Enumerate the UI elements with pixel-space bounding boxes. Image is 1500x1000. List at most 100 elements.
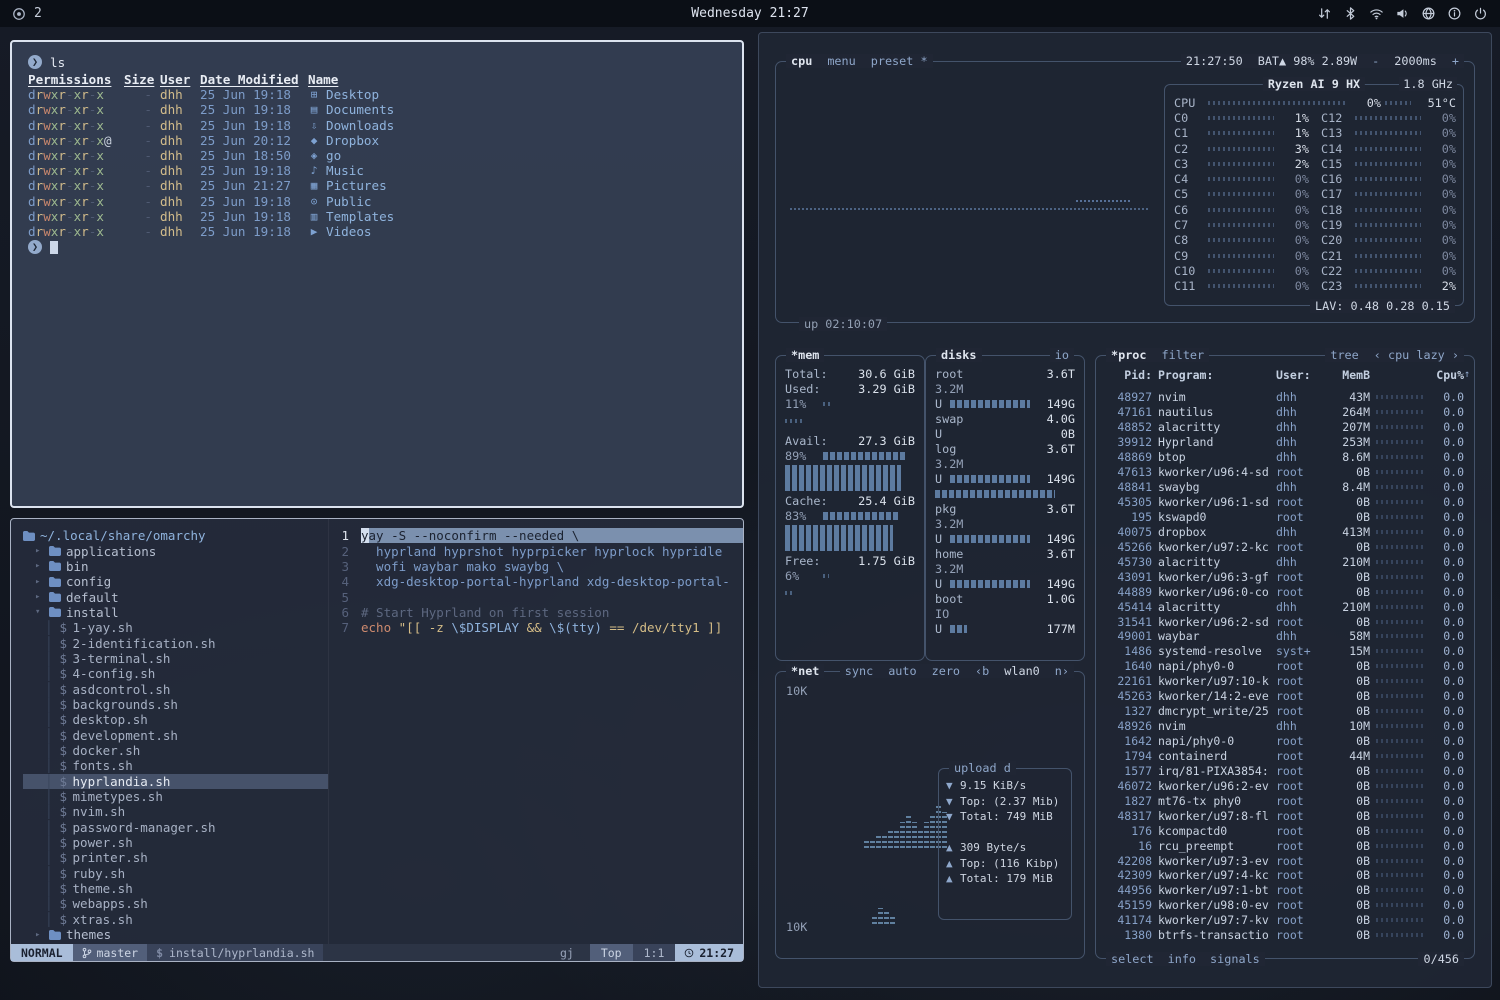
tree-file-webapps.sh[interactable]: │ $ webapps.sh <box>23 896 328 911</box>
sort-direction-icon[interactable]: ↑ <box>1464 369 1470 380</box>
process-row[interactable]: 43091kworker/u96:3-gf root0B 0.0 <box>1096 569 1474 584</box>
tree-file-xtras.sh[interactable]: │ $ xtras.sh <box>23 912 328 927</box>
process-row[interactable]: 45730alacritty dhh210M 0.0 <box>1096 554 1474 569</box>
process-row[interactable]: 42208kworker/u97:3-ev root0B 0.0 <box>1096 853 1474 868</box>
filter-button[interactable]: filter <box>1162 348 1205 362</box>
net-iface-next[interactable]: n› <box>1055 664 1069 678</box>
io-toggle[interactable]: io <box>1055 348 1069 362</box>
col-user[interactable]: User: <box>1276 368 1324 382</box>
wifi-icon[interactable] <box>1369 6 1384 21</box>
process-row[interactable]: 176kcompactd0 root0B 0.0 <box>1096 823 1474 838</box>
btop-window[interactable]: cpu menu preset * 21:27:50 BAT▲ 98% 2.89… <box>758 32 1492 988</box>
tree-file-theme.sh[interactable]: │ $ theme.sh <box>23 881 328 896</box>
tree-dir-default[interactable]: ▸ default <box>23 589 328 604</box>
power-icon[interactable] <box>1473 6 1488 21</box>
tree-file-backgrounds.sh[interactable]: │ $ backgrounds.sh <box>23 697 328 712</box>
disks-box-label[interactable]: disks <box>941 348 977 362</box>
process-row[interactable]: 1327dmcrypt_write/25 root0B 0.0 <box>1096 704 1474 719</box>
tree-file-printer.sh[interactable]: │ $ printer.sh <box>23 850 328 865</box>
process-row[interactable]: 1827mt76-tx phy0 root0B 0.0 <box>1096 793 1474 808</box>
process-row[interactable]: 48869btop dhh8.6M 0.0 <box>1096 450 1474 465</box>
process-row[interactable]: 45159kworker/u98:0-ev root0B 0.0 <box>1096 898 1474 913</box>
interval-minus-button[interactable]: - <box>1372 54 1379 68</box>
process-row[interactable]: 46072kworker/u96:2-ev root0B 0.0 <box>1096 778 1474 793</box>
process-row[interactable]: 45263kworker/14:2-eve root0B 0.0 <box>1096 689 1474 704</box>
process-row[interactable]: 44956kworker/u97:1-bt root0B 0.0 <box>1096 883 1474 898</box>
process-row[interactable]: 16rcu_preempt root0B 0.0 <box>1096 838 1474 853</box>
net-mode-sync[interactable]: sync <box>845 664 873 678</box>
tree-dir-install[interactable]: ▾ install <box>23 605 328 620</box>
net-mode-zero[interactable]: zero <box>932 664 960 678</box>
tree-toggle[interactable]: tree <box>1330 348 1358 362</box>
process-row[interactable]: 45305kworker/u96:1-sd root0B 0.0 <box>1096 495 1474 510</box>
tree-dir-applications[interactable]: ▸ applications <box>23 543 328 558</box>
process-row[interactable]: 48317kworker/u97:8-fl root0B 0.0 <box>1096 808 1474 823</box>
preset-button[interactable]: preset * <box>871 54 928 68</box>
tree-dir-themes[interactable]: ▸ themes <box>23 927 328 942</box>
process-row[interactable]: 1486systemd-resolve syst+15M 0.0 <box>1096 644 1474 659</box>
process-row[interactable]: 1794containerd root44M 0.0 <box>1096 749 1474 764</box>
tree-file-fonts.sh[interactable]: │ $ fonts.sh <box>23 758 328 773</box>
tree-file-development.sh[interactable]: │ $ development.sh <box>23 727 328 742</box>
process-row[interactable]: 48852alacritty dhh207M 0.0 <box>1096 420 1474 435</box>
bluetooth-icon[interactable] <box>1343 6 1358 21</box>
signals-button[interactable]: signals <box>1210 952 1260 966</box>
code-editor[interactable]: 1 yay -S --noconfirm --needed \ 2 hyprla… <box>329 519 743 944</box>
launcher-icon[interactable] <box>12 7 26 21</box>
process-row[interactable]: 48927nvim dhh43M 0.0 <box>1096 390 1474 405</box>
network-icon[interactable] <box>1421 6 1436 21</box>
process-list[interactable]: 48927nvim dhh43M 0.0 47161nautilus dhh26… <box>1096 390 1474 948</box>
process-row[interactable]: 195kswapd0 root0B 0.0 <box>1096 510 1474 525</box>
col-cpu[interactable]: Cpu% <box>1432 368 1464 382</box>
process-row[interactable]: 45414alacritty dhh210M 0.0 <box>1096 599 1474 614</box>
process-row[interactable]: 1642napi/phy0-0 root0B 0.0 <box>1096 734 1474 749</box>
tree-file-docker.sh[interactable]: │ $ docker.sh <box>23 743 328 758</box>
tree-file-hyprlandia.sh[interactable]: │ $ hyprlandia.sh <box>23 774 328 789</box>
process-row[interactable]: 39912Hyprland dhh253M 0.0 <box>1096 435 1474 450</box>
workspace-number[interactable]: 2 <box>34 6 42 21</box>
process-row[interactable]: 31541kworker/u96:2-sd root0B 0.0 <box>1096 614 1474 629</box>
tree-file-ruby.sh[interactable]: │ $ ruby.sh <box>23 866 328 881</box>
tree-file-password-manager.sh[interactable]: │ $ password-manager.sh <box>23 820 328 835</box>
tree-file-nvim.sh[interactable]: │ $ nvim.sh <box>23 804 328 819</box>
updates-icon[interactable] <box>1317 6 1332 21</box>
net-box-label[interactable]: *net <box>791 664 819 678</box>
file-tree[interactable]: ~/.local/share/omarchy ▸ applications ▸ … <box>11 519 329 944</box>
proc-box-label[interactable]: *proc <box>1111 348 1147 362</box>
info-icon[interactable] <box>1447 6 1462 21</box>
tree-file-4-config.sh[interactable]: │ $ 4-config.sh <box>23 666 328 681</box>
process-row[interactable]: 48926nvim dhh10M 0.0 <box>1096 719 1474 734</box>
process-row[interactable]: 40075dropbox dhh413M 0.0 <box>1096 524 1474 539</box>
interval-plus-button[interactable]: + <box>1452 54 1459 68</box>
tree-file-power.sh[interactable]: │ $ power.sh <box>23 835 328 850</box>
terminal-window[interactable]: ❯ ls Permissions Size User Date Modified… <box>10 40 744 508</box>
tree-file-desktop.sh[interactable]: │ $ desktop.sh <box>23 712 328 727</box>
tree-file-mimetypes.sh[interactable]: │ $ mimetypes.sh <box>23 789 328 804</box>
tree-dir-config[interactable]: ▸ config <box>23 574 328 589</box>
process-row[interactable]: 1577irq/81-PIXA3854: root0B 0.0 <box>1096 763 1474 778</box>
process-row[interactable]: 47613kworker/u96:4-sd root0B 0.0 <box>1096 465 1474 480</box>
col-program[interactable]: Program: <box>1158 368 1270 382</box>
net-iface-prev[interactable]: ‹b <box>975 664 989 678</box>
tree-dir-bin[interactable]: ▸ bin <box>23 559 328 574</box>
mem-box-label[interactable]: *mem <box>791 348 819 362</box>
volume-icon[interactable] <box>1395 6 1410 21</box>
col-mem[interactable]: MemB <box>1330 368 1370 382</box>
process-row[interactable]: 1640napi/phy0-0 root0B 0.0 <box>1096 659 1474 674</box>
menu-button[interactable]: menu <box>827 54 855 68</box>
editor-window[interactable]: ~/.local/share/omarchy ▸ applications ▸ … <box>10 518 744 962</box>
info-button[interactable]: info <box>1168 952 1196 966</box>
tree-file-1-yay.sh[interactable]: │ $ 1-yay.sh <box>23 620 328 635</box>
process-row[interactable]: 48841swaybg dhh8.4M 0.0 <box>1096 480 1474 495</box>
tree-file-asdcontrol.sh[interactable]: │ $ asdcontrol.sh <box>23 681 328 696</box>
process-row[interactable]: 44889kworker/u96:0-co root0B 0.0 <box>1096 584 1474 599</box>
process-row[interactable]: 41174kworker/u97:7-kv root0B 0.0 <box>1096 913 1474 928</box>
process-row[interactable]: 1380btrfs-transactio root0B 0.0 <box>1096 928 1474 943</box>
process-row[interactable]: 49001waybar dhh58M 0.0 <box>1096 629 1474 644</box>
sort-mode[interactable]: ‹ cpu lazy › <box>1374 348 1459 362</box>
process-row[interactable]: 45266kworker/u97:2-kc root0B 0.0 <box>1096 539 1474 554</box>
process-row[interactable]: 22161kworker/u97:10-k root0B 0.0 <box>1096 674 1474 689</box>
process-row[interactable]: 42309kworker/u97:4-kc root0B 0.0 <box>1096 868 1474 883</box>
select-button[interactable]: select <box>1111 952 1154 966</box>
col-pid[interactable]: Pid: <box>1106 368 1152 382</box>
